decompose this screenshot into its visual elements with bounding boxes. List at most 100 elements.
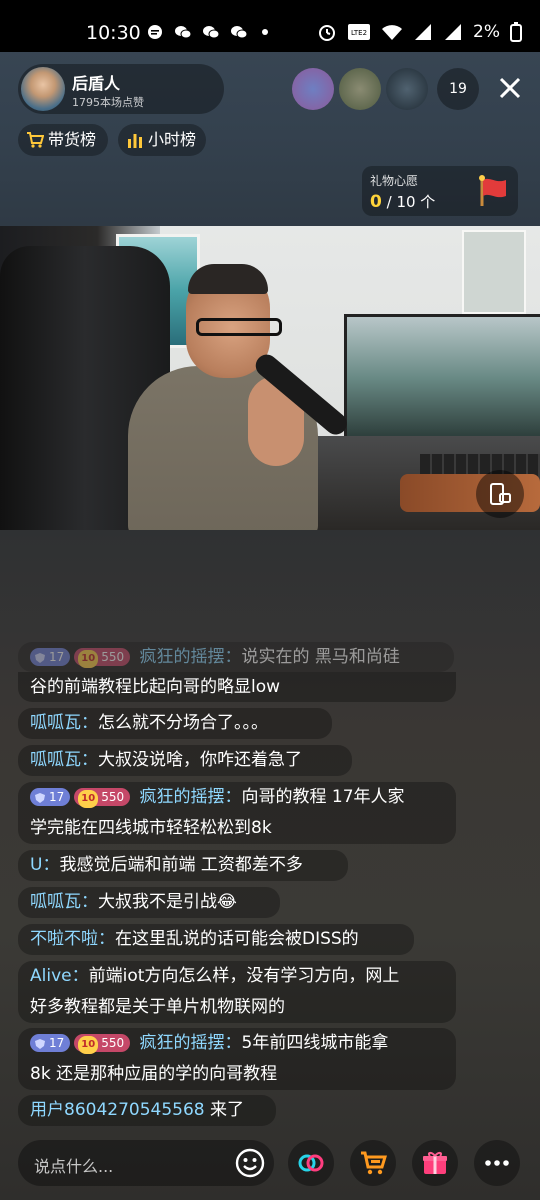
more-button[interactable]	[474, 1140, 520, 1186]
rotate-screen-icon	[490, 483, 511, 505]
video-person-hair	[188, 264, 268, 294]
more-notifications-dot	[262, 29, 268, 35]
flag-icon	[479, 175, 506, 206]
alarm-icon	[319, 25, 336, 41]
chat-text: 怎么就不分场合了。。。	[98, 713, 268, 733]
chat-message: 17 10 550 疯狂的摇摆：说实在的 黑马和尚硅	[18, 642, 454, 672]
status-bar: 10:30 LTE2 2%	[0, 0, 540, 52]
chat-text: 好多教程都是关于单片机物联网的	[30, 997, 285, 1017]
wechat-icon	[203, 26, 220, 39]
gift-wish-progress: 0 / 10 个	[370, 191, 435, 212]
anchor-card[interactable]: 后盾人 1795本场点赞	[18, 64, 224, 114]
video-person-glasses	[196, 318, 282, 336]
live-video[interactable]	[0, 226, 540, 530]
anchor-likes: 1795本场点赞	[72, 96, 144, 109]
chat-message: 不啦不啦：在这里乱说的话可能会被DISS的	[18, 924, 414, 955]
emoji-icon[interactable]	[234, 1147, 266, 1179]
chat-text: 大叔没说啥，你咋还着急了	[98, 750, 302, 770]
shop-cart-button[interactable]	[350, 1140, 396, 1186]
hour-rank-button[interactable]: 小时榜	[118, 124, 206, 156]
chat-message: 17 10 550 疯狂的摇摆：5年前四线城市能拿 8k 还是那种应届的学的向哥教程	[18, 1028, 456, 1090]
chat-username[interactable]: 用户8604270545568	[30, 1100, 205, 1120]
chat-message: 呱呱瓦：大叔我不是引战😂	[18, 887, 280, 918]
more-icon	[485, 1160, 509, 1166]
level-badge: 17	[30, 648, 71, 666]
gift-button[interactable]	[412, 1140, 458, 1186]
chat-username[interactable]: 呱呱瓦：	[30, 892, 98, 912]
comment-input[interactable]: 说点什么...	[18, 1140, 274, 1186]
viewer-count[interactable]: 19	[437, 68, 479, 110]
wechat-icon	[175, 26, 192, 39]
chat-message: U：我感觉后端和前端 工资都差不多	[18, 850, 348, 881]
anchor-name: 后盾人	[72, 74, 121, 93]
chat-message: 呱呱瓦：大叔没说啥，你咋还着急了	[18, 745, 352, 776]
battery-text: 2%	[473, 22, 500, 42]
hour-rank-label: 小时榜	[148, 130, 197, 149]
chat-text: 在这里乱说的话可能会被DISS的	[115, 929, 359, 949]
viewer-avatar[interactable]	[339, 68, 381, 110]
anchor-avatar[interactable]	[21, 67, 65, 111]
chat-text: 向哥的教程 17年人家	[241, 787, 405, 807]
message-icon	[148, 25, 162, 39]
shield-icon	[35, 792, 45, 803]
close-icon[interactable]	[494, 72, 526, 104]
gift-wish-current: 0	[370, 192, 382, 212]
bar-chart-icon	[128, 134, 142, 148]
link-mic-button[interactable]	[288, 1140, 334, 1186]
level-badge: 17	[30, 788, 71, 806]
shield-icon	[35, 1038, 45, 1049]
chat-username[interactable]: U：	[30, 855, 59, 875]
chat-username[interactable]: 疯狂的摇摆：	[140, 1033, 242, 1053]
wechat-icon	[231, 26, 248, 39]
chat-username[interactable]: 呱呱瓦：	[30, 750, 98, 770]
link-icon	[298, 1154, 324, 1172]
rotate-screen-button[interactable]	[476, 470, 524, 518]
comment-placeholder: 说点什么...	[34, 1157, 114, 1176]
status-time: 10:30	[86, 22, 141, 44]
chat-text: 我感觉后端和前端 工资都差不多	[59, 855, 303, 875]
join-text: 来了	[204, 1100, 245, 1120]
viewer-avatar[interactable]	[292, 68, 334, 110]
video-monitor	[344, 314, 540, 440]
chat-message: 谷的前端教程比起向哥的略显low	[18, 672, 456, 702]
fan-badge: 10 550	[74, 1034, 131, 1054]
shopping-cart-icon	[361, 1151, 387, 1175]
chat-text: 前端iot方向怎么样，没有学习方向，网上	[88, 966, 400, 986]
volte-icon: LTE2	[348, 24, 371, 40]
viewer-avatars[interactable]	[292, 68, 433, 110]
system-icons: LTE2 2%	[317, 22, 522, 42]
goods-rank-label: 带货榜	[48, 130, 97, 149]
wifi-icon	[382, 25, 403, 40]
cart-icon	[27, 132, 44, 148]
fan-badge: 10 550	[74, 648, 131, 668]
chat-list[interactable]: 17 10 550 疯狂的摇摆：说实在的 黑马和尚硅 谷的前端教程比起向哥的略显lo…	[18, 642, 478, 1130]
chat-username[interactable]: 呱呱瓦：	[30, 713, 98, 733]
chat-message: 17 10 550 疯狂的摇摆：向哥的教程 17年人家 学完能在四线城市轻轻松松到8…	[18, 782, 456, 844]
chat-message: 呱呱瓦：怎么就不分场合了。。。	[18, 708, 332, 739]
chat-username[interactable]: 不啦不啦：	[30, 929, 115, 949]
notification-icons	[146, 24, 268, 40]
shield-icon	[35, 652, 45, 663]
battery-icon	[510, 22, 522, 42]
gift-wish-card[interactable]: 礼物心愿 0 / 10 个	[362, 166, 518, 216]
chat-text: 学完能在四线城市轻轻松松到8k	[30, 818, 272, 838]
join-message: 用户8604270545568 来了	[18, 1095, 276, 1126]
chat-text: 大叔我不是引战😂	[98, 892, 237, 912]
fan-badge: 10 550	[74, 788, 131, 808]
chat-username[interactable]: Alive：	[30, 966, 89, 986]
gift-wish-title: 礼物心愿	[370, 174, 419, 188]
level-badge: 17	[30, 1034, 71, 1052]
chat-username[interactable]: 疯狂的摇摆：	[140, 647, 242, 667]
video-artwork	[462, 230, 526, 314]
chat-text: 谷的前端教程比起向哥的略显low	[30, 677, 281, 697]
signal-4g-icon	[445, 24, 462, 40]
viewer-avatar[interactable]	[386, 68, 428, 110]
chat-message: Alive：前端iot方向怎么样，没有学习方向，网上 好多教程都是关于单片机物联…	[18, 961, 456, 1023]
chat-text: 说实在的 黑马和尚硅	[241, 647, 400, 667]
goods-rank-button[interactable]: 带货榜	[18, 124, 108, 156]
chat-text: 5年前四线城市能拿	[241, 1033, 389, 1053]
gift-wish-total: / 10 个	[386, 193, 436, 211]
signal-5g-icon	[415, 24, 432, 40]
chat-username[interactable]: 疯狂的摇摆：	[140, 787, 242, 807]
svg-text:LTE2: LTE2	[351, 29, 367, 37]
